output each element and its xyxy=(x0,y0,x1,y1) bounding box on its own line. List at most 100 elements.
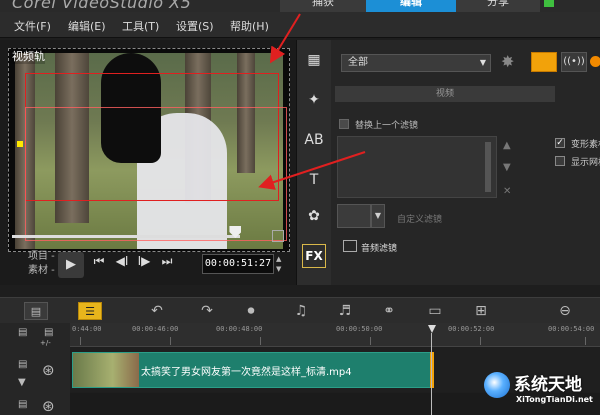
ripple-edit-icon[interactable]: ▤ xyxy=(18,359,27,370)
menu-tools[interactable]: 工具(T) xyxy=(122,18,159,34)
sound-mixer-icon[interactable]: ♫ xyxy=(290,302,312,320)
watermark: 系统天地 XiTongTianDi.net xyxy=(480,366,600,415)
custom-filter-button[interactable]: 自定义滤镜 xyxy=(397,212,442,225)
track-menu-icon[interactable]: ▼ xyxy=(18,377,26,388)
timecode-stepper[interactable]: ▲ ▼ xyxy=(276,254,281,274)
menu-settings[interactable]: 设置(S) xyxy=(176,18,214,34)
graphic-icon[interactable]: ✿ xyxy=(303,206,325,226)
home-icon[interactable]: ⏮ xyxy=(92,254,106,269)
clip-title: 太搞笑了男女网友第一次竟然是这样_标清.mp4 xyxy=(141,367,352,378)
tab-share[interactable]: 分享 xyxy=(456,0,540,12)
move-down-icon[interactable]: ▼ xyxy=(503,162,511,173)
transition-icon[interactable]: ✦ xyxy=(303,90,325,110)
deform-clip-checkbox[interactable]: ✓ xyxy=(555,138,565,148)
deform-box[interactable] xyxy=(25,107,287,241)
motion-tracking-icon[interactable]: ⚭ xyxy=(378,302,400,320)
menu-file[interactable]: 文件(F) xyxy=(14,18,51,34)
redo-icon[interactable]: ↷ xyxy=(196,302,218,320)
chevron-down-icon[interactable]: ▼ xyxy=(371,204,385,228)
chevron-down-icon: ▼ xyxy=(479,58,486,67)
ruler-tick xyxy=(260,337,261,345)
timeline-view-icon[interactable]: ☰ xyxy=(78,302,102,320)
watermark-url: XiTongTianDi.net xyxy=(516,395,593,404)
video-preview[interactable] xyxy=(8,48,290,252)
resize-icon[interactable] xyxy=(272,230,284,242)
media-icon[interactable]: ▦ xyxy=(303,50,325,70)
move-up-icon[interactable]: ▲ xyxy=(503,140,511,151)
track-manager-icon[interactable]: ▤ xyxy=(18,327,27,338)
text-icon[interactable]: T xyxy=(303,170,325,190)
deform-handle[interactable] xyxy=(17,141,23,147)
library-sidebar: ▦ ✦ AB T ✿ FX xyxy=(297,40,331,285)
next-frame-icon[interactable]: I▶ xyxy=(136,254,152,268)
smart-package-icon[interactable]: ⊞ xyxy=(470,302,492,320)
category-value: 全部 xyxy=(348,57,368,68)
audio-filter-link[interactable]: 音频滤镜 xyxy=(361,241,397,254)
timeline-ruler[interactable]: 0:44:00 00:00:46:00 00:00:48:00 00:00:50… xyxy=(70,323,600,347)
playhead-line xyxy=(431,333,432,415)
tab-edit[interactable]: 编辑 xyxy=(366,0,456,12)
mode-clip[interactable]: 素材 - xyxy=(28,264,55,278)
video-clip[interactable]: 太搞笑了男女网友第一次竟然是这样_标清.mp4 xyxy=(72,352,432,388)
title-bar: Corel VideoStudio X5 捕获 编辑 分享 xyxy=(0,0,600,12)
undo-icon[interactable]: ↶ xyxy=(146,302,168,320)
category-dropdown[interactable]: 全部 ▼ xyxy=(341,54,491,72)
watermark-title: 系统天地 xyxy=(514,375,582,395)
options-icon[interactable] xyxy=(590,56,600,67)
zoom-out-icon[interactable]: ⊖ xyxy=(554,302,576,320)
ruler-tick xyxy=(370,337,371,345)
overlay-track-icon: ⊛ xyxy=(42,397,55,415)
preview-panel: 视频轨 项目 - 素材 - ▶ ⏮ ◀I I▶ ⏭ 00:00:51:27 ▲ ▼ xyxy=(0,40,296,285)
title-icon[interactable]: AB xyxy=(303,130,325,150)
audio-filter-button[interactable]: ((•)) xyxy=(561,52,587,72)
ruler-tick xyxy=(80,337,81,345)
filter-fx-icon[interactable]: FX xyxy=(302,244,326,268)
replace-filter-checkbox[interactable] xyxy=(339,119,349,129)
subtitle-icon[interactable]: ▭ xyxy=(424,302,446,320)
record-capture-icon[interactable]: ⏺ xyxy=(240,302,262,320)
show-grid-checkbox[interactable] xyxy=(555,156,565,166)
menu-bar: 文件(F) 编辑(E) 工具(T) 设置(S) 帮助(H) xyxy=(0,12,600,38)
tick-label: 00:00:54:00 xyxy=(548,325,595,333)
filter-list-scrollbar[interactable] xyxy=(485,142,491,192)
tick-label: 0:44:00 xyxy=(72,325,102,333)
menu-edit[interactable]: 编辑(E) xyxy=(68,18,106,34)
ripple-toggle-icon[interactable]: +/- xyxy=(40,339,51,347)
timecode-display[interactable]: 00:00:51:27 xyxy=(202,254,274,274)
audio-filter-icon xyxy=(343,240,357,252)
mode-labels: 项目 - 素材 - xyxy=(28,250,55,278)
add-library-icon[interactable]: ✸ xyxy=(501,52,514,71)
replace-filter-label: 替换上一个滤镜 xyxy=(355,121,419,131)
options-header[interactable]: 视频 xyxy=(335,86,555,102)
tick-label: 00:00:52:00 xyxy=(448,325,495,333)
app-title: Corel VideoStudio X5 xyxy=(12,0,192,12)
tab-capture[interactable]: 捕获 xyxy=(280,0,366,12)
timeline-left-controls: ▤ ▤ +/- ▤ ▼ ⊛ ▤ ⊛ xyxy=(0,323,70,415)
storyboard-view-icon[interactable]: ▤ xyxy=(24,302,48,320)
show-grid-label: 显示网格 xyxy=(571,158,600,168)
ripple-edit-icon[interactable]: ▤ xyxy=(18,399,27,410)
library-panel: ▦ ✦ AB T ✿ FX 全部 ▼ ✸ ((•)) 视频 替换上一个滤镜 ▲ … xyxy=(296,40,600,285)
upload-icon[interactable] xyxy=(544,0,554,7)
ruler-tick xyxy=(480,337,481,345)
chapter-icon[interactable]: ▤ xyxy=(44,327,53,338)
scrub-bar[interactable] xyxy=(12,235,240,238)
watermark-logo-icon xyxy=(484,372,510,398)
video-track-icon: ⊛ xyxy=(42,361,55,379)
tick-label: 00:00:46:00 xyxy=(132,325,179,333)
timeline-toolbar: ▤ ☰ ↶ ↷ ⏺ ♫ ♬ ⚭ ▭ ⊞ ⊖ xyxy=(0,297,600,323)
ruler-tick xyxy=(585,337,586,345)
deform-clip-label: 变形素材 xyxy=(571,140,600,150)
video-filter-button[interactable] xyxy=(531,52,557,72)
mode-project[interactable]: 项目 - xyxy=(28,250,55,264)
remove-filter-icon[interactable]: ✕ xyxy=(503,186,511,197)
filter-preset-box[interactable] xyxy=(337,204,371,228)
applied-filter-list[interactable] xyxy=(337,136,497,198)
end-icon[interactable]: ⏭ xyxy=(160,254,174,269)
tick-label: 00:00:48:00 xyxy=(216,325,263,333)
track-label: 视频轨 xyxy=(12,48,45,64)
auto-music-icon[interactable]: ♬ xyxy=(334,302,356,320)
play-button[interactable]: ▶ xyxy=(58,252,84,278)
menu-help[interactable]: 帮助(H) xyxy=(230,18,269,34)
previous-frame-icon[interactable]: ◀I xyxy=(114,254,130,268)
